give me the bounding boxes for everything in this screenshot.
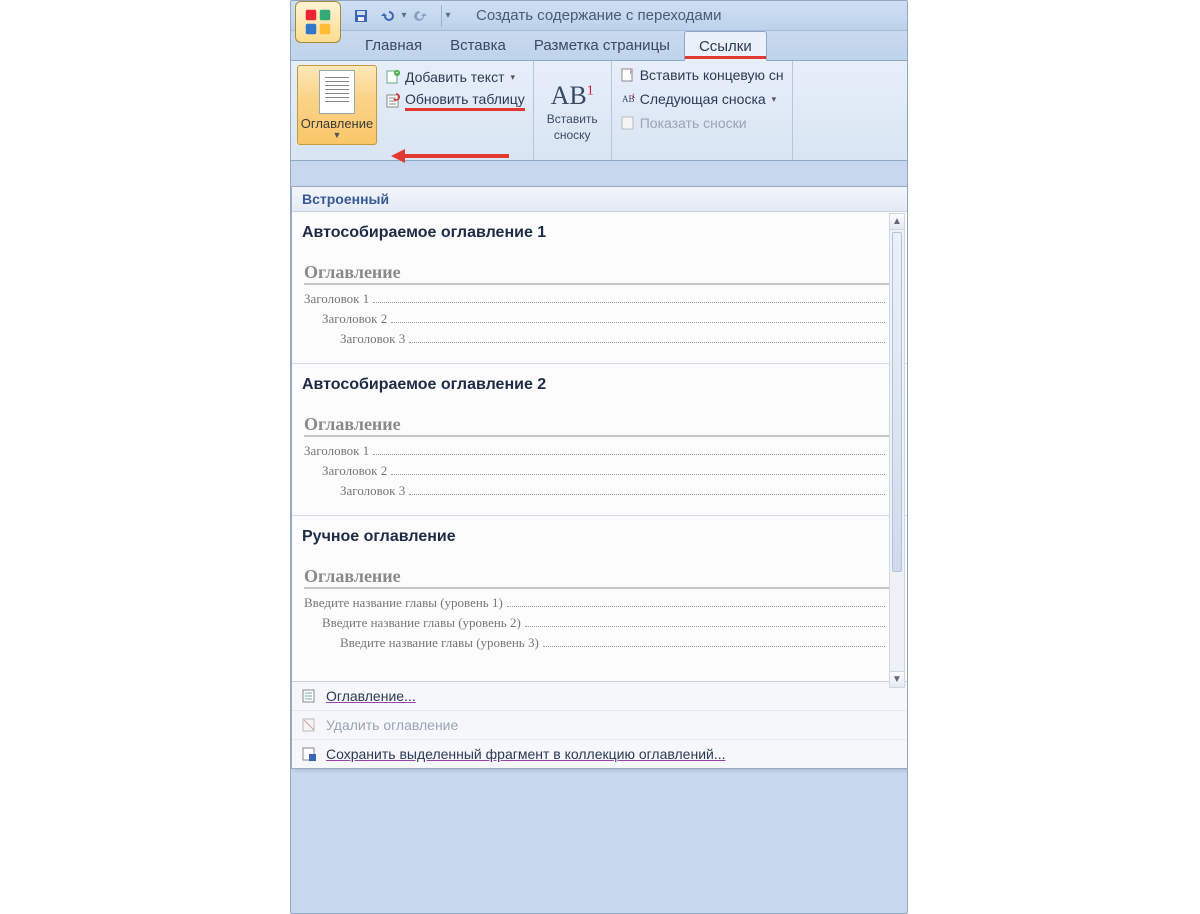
tab-home[interactable]: Главная xyxy=(351,31,436,60)
remove-toc-icon xyxy=(300,716,318,734)
toc-gallery-dropdown: Встроенный Автособираемое оглавление 1 О… xyxy=(291,186,908,769)
insert-endnote-button[interactable]: i Вставить концевую сн xyxy=(618,65,786,85)
ribbon-group-toc: Оглавление ▼ + Добавить текст ▾ Обновить… xyxy=(291,61,534,160)
footer-remove-toc: Удалить оглавление xyxy=(292,710,907,739)
toc-preview-title: Оглавление xyxy=(304,566,895,589)
insert-endnote-label: Вставить концевую сн xyxy=(640,67,784,83)
next-footnote-label: Следующая сноска xyxy=(640,91,766,107)
scroll-thumb[interactable] xyxy=(892,232,902,572)
gallery-item-auto1[interactable]: Автособираемое оглавление 1 Оглавление З… xyxy=(302,224,897,347)
chevron-down-icon: ▾ xyxy=(511,72,516,83)
undo-icon xyxy=(379,8,395,24)
insert-footnote-button[interactable]: AB1 Вставить сноску xyxy=(534,61,612,160)
next-footnote-icon: AB1 xyxy=(620,91,636,107)
add-text-icon: + xyxy=(385,69,401,85)
gallery-footer: Оглавление... Удалить оглавление Сохрани… xyxy=(292,681,907,768)
ribbon-tabs: Главная Вставка Разметка страницы Ссылки xyxy=(291,31,907,61)
tab-page-layout[interactable]: Разметка страницы xyxy=(520,31,684,60)
chevron-down-icon: ▾ xyxy=(772,94,777,105)
ribbon: Оглавление ▼ + Добавить текст ▾ Обновить… xyxy=(291,61,907,161)
gallery-item-auto2[interactable]: Автособираемое оглавление 2 Оглавление З… xyxy=(302,376,897,499)
toc-row: Введите название главы (уровень 3)3 xyxy=(304,635,895,651)
svg-text:+: + xyxy=(395,71,399,77)
show-footnotes-icon xyxy=(620,115,636,131)
chevron-down-icon: ▼ xyxy=(333,130,342,140)
footer-save-label: Сохранить выделенный фрагмент в коллекци… xyxy=(326,746,726,762)
add-text-label: Добавить текст xyxy=(405,69,505,85)
app-window: ▾ ▾ Создать содержание с переходами Глав… xyxy=(290,0,908,914)
scroll-up-icon[interactable]: ▲ xyxy=(890,214,904,230)
toc-doc-icon xyxy=(319,70,355,114)
show-footnotes-button: Показать сноски xyxy=(618,113,786,133)
footer-remove-label: Удалить оглавление xyxy=(326,717,458,733)
svg-text:1: 1 xyxy=(632,94,636,100)
toc-row: Заголовок 31 xyxy=(304,331,895,347)
update-table-label: Обновить таблицу xyxy=(405,91,525,111)
tab-references[interactable]: Ссылки xyxy=(684,31,767,61)
footer-save-toc[interactable]: Сохранить выделенный фрагмент в коллекци… xyxy=(292,739,907,768)
tab-references-label: Ссылки xyxy=(699,38,752,55)
document-title: Создать содержание с переходами xyxy=(476,7,721,24)
annotation-tab-highlight xyxy=(685,56,766,59)
gallery-scrollbar[interactable]: ▲ ▼ xyxy=(889,213,905,688)
toc-row: Заголовок 21 xyxy=(304,463,895,479)
gallery-body: Автособираемое оглавление 1 Оглавление З… xyxy=(292,212,907,681)
qat-dropdown-1[interactable]: ▾ xyxy=(401,5,407,27)
toc-row: Заголовок 11 xyxy=(304,443,895,459)
insert-footnote-label-2: сноску xyxy=(554,129,591,142)
office-logo-icon xyxy=(304,8,332,36)
toc-row: Введите название главы (уровень 2)2 xyxy=(304,615,895,631)
toc-preview: Оглавление Введите название главы (урове… xyxy=(302,566,897,651)
toc-small-icon xyxy=(300,687,318,705)
separator xyxy=(292,363,907,364)
ribbon-group-footnotes: i Вставить концевую сн AB1 Следующая сно… xyxy=(612,61,793,160)
save-icon xyxy=(353,8,369,24)
save-selection-icon xyxy=(300,745,318,763)
tab-insert[interactable]: Вставка xyxy=(436,31,520,60)
gallery-item-title: Автособираемое оглавление 2 xyxy=(302,376,897,394)
qat-dropdown-2[interactable]: ▾ xyxy=(441,5,448,27)
add-text-button[interactable]: + Добавить текст ▾ xyxy=(383,67,527,87)
toc-row: Заголовок 21 xyxy=(304,311,895,327)
toc-preview: Оглавление Заголовок 11 Заголовок 21 Заг… xyxy=(302,414,897,499)
toc-preview-title: Оглавление xyxy=(304,414,895,437)
endnote-icon: i xyxy=(620,67,636,83)
toc-preview-title: Оглавление xyxy=(304,262,895,285)
toc-button-label: Оглавление xyxy=(301,116,373,131)
toc-row: Введите название главы (уровень 1)1 xyxy=(304,595,895,611)
gallery-item-title: Автособираемое оглавление 1 xyxy=(302,224,897,242)
gallery-item-title: Ручное оглавление xyxy=(302,528,897,546)
separator xyxy=(292,515,907,516)
show-footnotes-label: Показать сноски xyxy=(640,115,747,131)
scroll-down-icon[interactable]: ▼ xyxy=(890,671,904,687)
update-table-button[interactable]: Обновить таблицу xyxy=(383,89,527,113)
toc-row: Заголовок 11 xyxy=(304,291,895,307)
footnote-ab-icon: AB1 xyxy=(551,81,594,111)
qat-redo-button[interactable] xyxy=(409,5,433,27)
footer-insert-toc[interactable]: Оглавление... xyxy=(292,682,907,710)
qat-undo-button[interactable] xyxy=(375,5,399,27)
update-table-icon xyxy=(385,93,401,109)
qat-save-button[interactable] xyxy=(349,5,373,27)
toc-row: Заголовок 31 xyxy=(304,483,895,499)
quick-access-toolbar: ▾ ▾ xyxy=(349,5,448,27)
footer-insert-label: Оглавление... xyxy=(326,688,416,704)
toc-button[interactable]: Оглавление ▼ xyxy=(297,65,377,145)
next-footnote-button[interactable]: AB1 Следующая сноска ▾ xyxy=(618,89,786,109)
gallery-header: Встроенный xyxy=(292,187,907,212)
toc-preview: Оглавление Заголовок 11 Заголовок 21 Заг… xyxy=(302,262,897,347)
titlebar: ▾ ▾ Создать содержание с переходами xyxy=(291,1,907,31)
office-button[interactable] xyxy=(295,1,341,43)
gallery-item-manual[interactable]: Ручное оглавление Оглавление Введите наз… xyxy=(302,528,897,651)
insert-footnote-label-1: Вставить xyxy=(547,113,598,126)
redo-icon xyxy=(413,8,429,24)
